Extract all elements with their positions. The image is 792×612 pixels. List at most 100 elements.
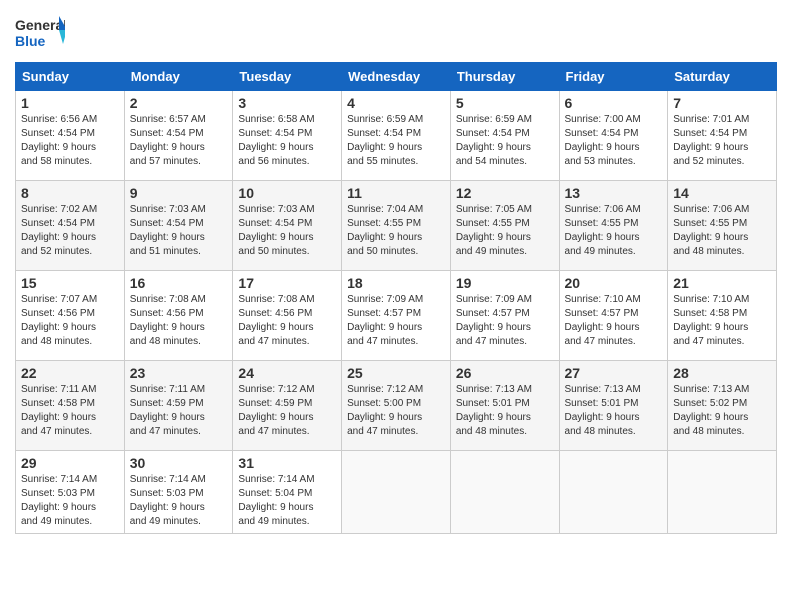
day-number: 25 xyxy=(347,365,445,381)
calendar-cell: 5 Sunrise: 6:59 AM Sunset: 4:54 PM Daylig… xyxy=(450,91,559,181)
weekday-header: Thursday xyxy=(450,63,559,91)
day-number: 19 xyxy=(456,275,554,291)
calendar-cell: 10 Sunrise: 7:03 AM Sunset: 4:54 PM Dayli… xyxy=(233,181,342,271)
calendar-cell: 19 Sunrise: 7:09 AM Sunset: 4:57 PM Dayli… xyxy=(450,271,559,361)
day-info: Sunrise: 7:14 AM Sunset: 5:03 PM Dayligh… xyxy=(21,473,119,529)
calendar-cell: 14 Sunrise: 7:06 AM Sunset: 4:55 PM Dayli… xyxy=(668,181,777,271)
day-info: Sunrise: 7:04 AM Sunset: 4:55 PM Dayligh… xyxy=(347,203,445,259)
calendar-cell: 12 Sunrise: 7:05 AM Sunset: 4:55 PM Dayli… xyxy=(450,181,559,271)
day-number: 2 xyxy=(130,95,228,111)
day-number: 31 xyxy=(238,455,336,471)
logo: General Blue xyxy=(15,14,65,54)
calendar-cell: 7 Sunrise: 7:01 AM Sunset: 4:54 PM Daylig… xyxy=(668,91,777,181)
calendar-cell: 3Sunrise: 6:58 AM Sunset: 4:54 PM Daylig… xyxy=(233,91,342,181)
day-number: 1 xyxy=(21,95,119,111)
day-info: Sunrise: 6:59 AM Sunset: 4:54 PM Dayligh… xyxy=(456,113,554,169)
calendar-cell xyxy=(342,451,451,534)
day-number: 12 xyxy=(456,185,554,201)
calendar-cell: 22 Sunrise: 7:11 AM Sunset: 4:58 PM Dayli… xyxy=(16,361,125,451)
calendar-cell: 20Sunrise: 7:10 AM Sunset: 4:57 PM Dayli… xyxy=(559,271,668,361)
header: General Blue xyxy=(15,10,777,54)
calendar-table: SundayMondayTuesdayWednesdayThursdayFrid… xyxy=(15,62,777,534)
calendar-cell: 28Sunrise: 7:13 AM Sunset: 5:02 PM Dayli… xyxy=(668,361,777,451)
day-info: Sunrise: 7:13 AM Sunset: 5:01 PM Dayligh… xyxy=(565,383,663,439)
day-number: 16 xyxy=(130,275,228,291)
day-info: Sunrise: 7:02 AM Sunset: 4:54 PM Dayligh… xyxy=(21,203,119,259)
calendar-cell: 2 Sunrise: 6:57 AM Sunset: 4:54 PM Daylig… xyxy=(124,91,233,181)
day-info: Sunrise: 7:07 AM Sunset: 4:56 PM Dayligh… xyxy=(21,293,119,349)
calendar-cell: 26 Sunrise: 7:13 AM Sunset: 5:01 PM Dayli… xyxy=(450,361,559,451)
day-number: 21 xyxy=(673,275,771,291)
weekday-header: Tuesday xyxy=(233,63,342,91)
day-info: Sunrise: 7:13 AM Sunset: 5:01 PM Dayligh… xyxy=(456,383,554,439)
day-info: Sunrise: 7:14 AM Sunset: 5:04 PM Dayligh… xyxy=(238,473,336,529)
logo-svg: General Blue xyxy=(15,14,65,54)
day-info: Sunrise: 7:09 AM Sunset: 4:57 PM Dayligh… xyxy=(456,293,554,349)
calendar-cell: 29 Sunrise: 7:14 AM Sunset: 5:03 PM Dayli… xyxy=(16,451,125,534)
day-number: 5 xyxy=(456,95,554,111)
weekday-header: Monday xyxy=(124,63,233,91)
calendar-cell: 8 Sunrise: 7:02 AM Sunset: 4:54 PM Daylig… xyxy=(16,181,125,271)
day-info: Sunrise: 7:08 AM Sunset: 4:56 PM Dayligh… xyxy=(238,293,336,349)
day-number: 3 xyxy=(238,95,336,111)
calendar-cell: 31 Sunrise: 7:14 AM Sunset: 5:04 PM Dayli… xyxy=(233,451,342,534)
day-info: Sunrise: 7:11 AM Sunset: 4:58 PM Dayligh… xyxy=(21,383,119,439)
day-info: Sunrise: 7:06 AM Sunset: 4:55 PM Dayligh… xyxy=(673,203,771,259)
calendar-cell xyxy=(559,451,668,534)
calendar-cell: 24 Sunrise: 7:12 AM Sunset: 4:59 PM Dayli… xyxy=(233,361,342,451)
weekday-header: Friday xyxy=(559,63,668,91)
calendar-cell: 13Sunrise: 7:06 AM Sunset: 4:55 PM Dayli… xyxy=(559,181,668,271)
day-info: Sunrise: 7:12 AM Sunset: 5:00 PM Dayligh… xyxy=(347,383,445,439)
calendar-cell: 17 Sunrise: 7:08 AM Sunset: 4:56 PM Dayli… xyxy=(233,271,342,361)
day-info: Sunrise: 7:14 AM Sunset: 5:03 PM Dayligh… xyxy=(130,473,228,529)
svg-text:General: General xyxy=(15,17,65,33)
day-info: Sunrise: 7:01 AM Sunset: 4:54 PM Dayligh… xyxy=(673,113,771,169)
day-number: 27 xyxy=(565,365,663,381)
day-number: 24 xyxy=(238,365,336,381)
day-number: 6 xyxy=(565,95,663,111)
day-number: 8 xyxy=(21,185,119,201)
day-number: 14 xyxy=(673,185,771,201)
calendar-cell: 1 Sunrise: 6:56 AM Sunset: 4:54 PM Daylig… xyxy=(16,91,125,181)
day-info: Sunrise: 7:11 AM Sunset: 4:59 PM Dayligh… xyxy=(130,383,228,439)
day-info: Sunrise: 7:00 AM Sunset: 4:54 PM Dayligh… xyxy=(565,113,663,169)
header-row: SundayMondayTuesdayWednesdayThursdayFrid… xyxy=(16,63,777,91)
svg-text:Blue: Blue xyxy=(15,33,46,49)
calendar-cell: 27 Sunrise: 7:13 AM Sunset: 5:01 PM Dayli… xyxy=(559,361,668,451)
day-number: 28 xyxy=(673,365,771,381)
calendar-cell: 21Sunrise: 7:10 AM Sunset: 4:58 PM Dayli… xyxy=(668,271,777,361)
calendar-cell: 16 Sunrise: 7:08 AM Sunset: 4:56 PM Dayli… xyxy=(124,271,233,361)
day-number: 7 xyxy=(673,95,771,111)
day-info: Sunrise: 7:03 AM Sunset: 4:54 PM Dayligh… xyxy=(238,203,336,259)
day-info: Sunrise: 7:08 AM Sunset: 4:56 PM Dayligh… xyxy=(130,293,228,349)
calendar-cell xyxy=(450,451,559,534)
day-number: 23 xyxy=(130,365,228,381)
day-number: 29 xyxy=(21,455,119,471)
day-info: Sunrise: 7:09 AM Sunset: 4:57 PM Dayligh… xyxy=(347,293,445,349)
day-number: 9 xyxy=(130,185,228,201)
day-number: 17 xyxy=(238,275,336,291)
day-info: Sunrise: 7:12 AM Sunset: 4:59 PM Dayligh… xyxy=(238,383,336,439)
day-info: Sunrise: 6:59 AM Sunset: 4:54 PM Dayligh… xyxy=(347,113,445,169)
day-info: Sunrise: 7:03 AM Sunset: 4:54 PM Dayligh… xyxy=(130,203,228,259)
day-number: 10 xyxy=(238,185,336,201)
calendar-cell: 23 Sunrise: 7:11 AM Sunset: 4:59 PM Dayli… xyxy=(124,361,233,451)
day-number: 18 xyxy=(347,275,445,291)
day-number: 22 xyxy=(21,365,119,381)
day-info: Sunrise: 6:56 AM Sunset: 4:54 PM Dayligh… xyxy=(21,113,119,169)
day-number: 15 xyxy=(21,275,119,291)
calendar-cell: 25 Sunrise: 7:12 AM Sunset: 5:00 PM Dayli… xyxy=(342,361,451,451)
calendar-cell: 15 Sunrise: 7:07 AM Sunset: 4:56 PM Dayli… xyxy=(16,271,125,361)
day-info: Sunrise: 6:57 AM Sunset: 4:54 PM Dayligh… xyxy=(130,113,228,169)
day-info: Sunrise: 7:05 AM Sunset: 4:55 PM Dayligh… xyxy=(456,203,554,259)
day-number: 20 xyxy=(565,275,663,291)
calendar-cell: 6 Sunrise: 7:00 AM Sunset: 4:54 PM Daylig… xyxy=(559,91,668,181)
weekday-header: Sunday xyxy=(16,63,125,91)
day-info: Sunrise: 7:06 AM Sunset: 4:55 PM Dayligh… xyxy=(565,203,663,259)
day-number: 4 xyxy=(347,95,445,111)
day-number: 30 xyxy=(130,455,228,471)
weekday-header: Saturday xyxy=(668,63,777,91)
calendar-cell: 11 Sunrise: 7:04 AM Sunset: 4:55 PM Dayli… xyxy=(342,181,451,271)
day-number: 11 xyxy=(347,185,445,201)
day-number: 26 xyxy=(456,365,554,381)
